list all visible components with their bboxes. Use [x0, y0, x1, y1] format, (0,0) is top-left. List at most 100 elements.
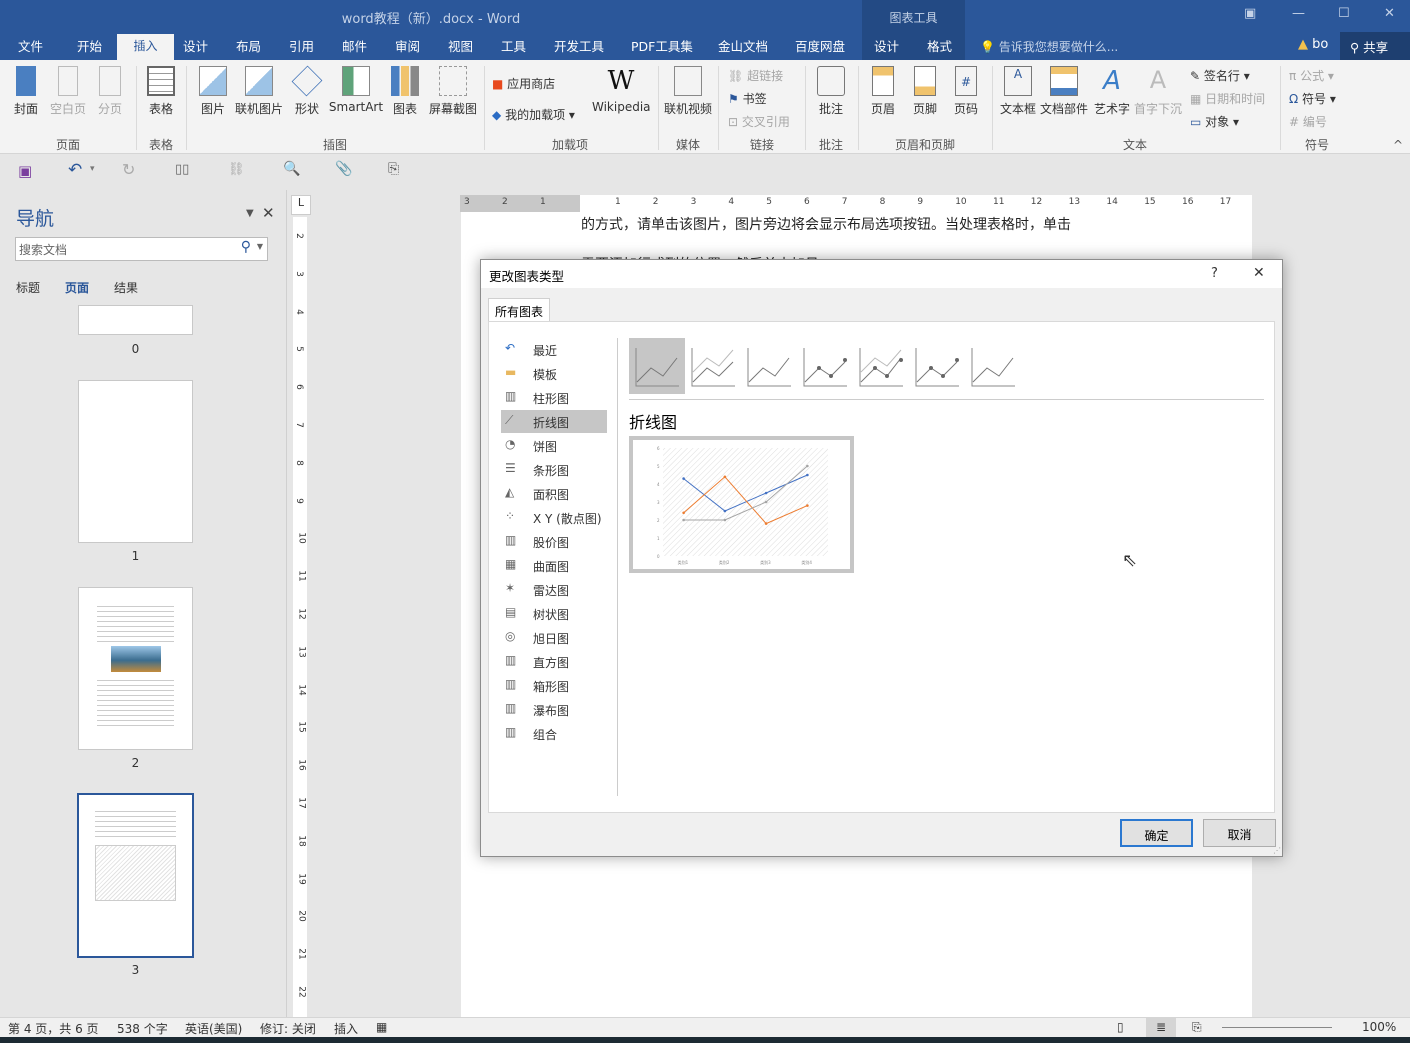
page-thumbnail-1[interactable] [78, 380, 193, 543]
wikipedia-button[interactable]: W Wikipedia [592, 66, 651, 114]
page-count[interactable]: 第 4 页，共 6 页 [8, 1020, 99, 1037]
line-subtype-5[interactable] [909, 338, 965, 394]
account[interactable]: ▲ bo [1298, 37, 1328, 52]
macro-icon[interactable]: ▦ [376, 1020, 387, 1034]
read-mode-icon[interactable]: ▯ [1117, 1020, 1124, 1034]
chart-type-14[interactable]: ▥ 箱形图 [501, 674, 607, 697]
cancel-button[interactable]: 取消 [1203, 819, 1276, 847]
insert-mode[interactable]: 插入 [334, 1020, 358, 1037]
chart-type-9[interactable]: ▦ 曲面图 [501, 554, 607, 577]
page-number-button[interactable]: # 页码 [943, 66, 989, 117]
equation-button[interactable]: π 公式 ▾ [1289, 67, 1334, 84]
textbox-button[interactable]: A 文本框 [995, 66, 1041, 117]
chart-button[interactable]: 图表 [382, 66, 428, 117]
tab-chart-design[interactable]: 设计 [874, 36, 899, 55]
web-layout-icon[interactable]: ⎘ [1192, 1020, 1202, 1035]
tab-review[interactable]: 审阅 [395, 36, 420, 55]
redo-icon[interactable]: ↻ [122, 160, 135, 179]
search-icon[interactable]: ⚲ [241, 239, 251, 255]
maximize-button[interactable]: ☐ [1338, 6, 1350, 21]
nav-tab-headings[interactable]: 标题 [16, 279, 40, 296]
tab-layout[interactable]: 布局 [236, 36, 261, 55]
resize-grip-icon[interactable]: ⋰ [1273, 846, 1281, 855]
tab-chart-format[interactable]: 格式 [927, 36, 952, 55]
link-icon[interactable]: ⛓ [228, 162, 245, 177]
nav-search-input[interactable]: 搜索文档 ⚲ ▼ [15, 237, 268, 261]
print-layout-icon[interactable]: ≣ [1146, 1018, 1176, 1037]
attach-icon[interactable]: 📎 [335, 161, 352, 177]
blank-page-button[interactable]: 空白页 [45, 66, 91, 117]
undo-dropdown-icon[interactable]: ▾ [90, 164, 95, 174]
date-time-button[interactable]: ▦ 日期和时间 [1190, 90, 1265, 107]
print-preview-icon[interactable]: 🔍 [283, 161, 300, 177]
line-subtype-4[interactable] [853, 338, 909, 394]
word-count[interactable]: 538 个字 [117, 1020, 168, 1037]
my-addins-button[interactable]: ◆ 我的加载项 ▾ [492, 106, 575, 123]
bookmark-button[interactable]: ⚑ 书签 [728, 90, 767, 107]
tab-all-charts[interactable]: 所有图表 [488, 298, 550, 322]
chart-type-2[interactable]: ▥ 柱形图 [501, 386, 607, 409]
store-button[interactable]: ■ 应用商店 [492, 75, 555, 92]
page-thumbnail-0[interactable] [78, 305, 193, 335]
undo-icon[interactable]: ↶ [68, 160, 82, 180]
chart-type-7[interactable]: ⁘ X Y (散点图) [501, 506, 607, 529]
comment-button[interactable]: 批注 [808, 66, 854, 117]
chart-type-1[interactable]: ▬ 模板 [501, 362, 607, 385]
line-subtype-2[interactable] [741, 338, 797, 394]
screenshot-button[interactable]: 屏幕截图 [426, 66, 480, 117]
zoom-level[interactable]: 100% [1362, 1020, 1396, 1034]
signature-line-button[interactable]: ✎ 签名行 ▾ [1190, 67, 1250, 84]
save-icon[interactable]: ▣ [18, 162, 32, 180]
compare-icon[interactable]: ⎘ [388, 161, 399, 177]
online-video-button[interactable]: 联机视频 [662, 66, 714, 117]
nav-tab-pages[interactable]: 页面 [65, 279, 89, 296]
table-button[interactable]: 表格 [138, 66, 184, 117]
chart-type-0[interactable]: ↶ 最近 [501, 338, 607, 361]
tab-developer[interactable]: 开发工具 [554, 36, 604, 55]
nav-close-icon[interactable]: ✕ [262, 204, 275, 222]
chart-type-16[interactable]: ▥ 组合 [501, 722, 607, 745]
tab-home[interactable]: 开始 [77, 36, 102, 55]
tab-file[interactable]: 文件 [18, 36, 43, 55]
chart-preview[interactable]: 0 1 2 3 4 5 6 类别1 类别2 类别3 类别4 [629, 436, 854, 573]
footer-button[interactable]: 页脚 [902, 66, 948, 117]
chart-type-12[interactable]: ◎ 旭日图 [501, 626, 607, 649]
line-subtype-0[interactable] [629, 338, 685, 394]
tab-tools[interactable]: 工具 [501, 36, 526, 55]
symbol-button[interactable]: Ω 符号 ▾ [1289, 90, 1336, 107]
ribbon-display-icon[interactable]: ▣ [1244, 6, 1256, 21]
tab-insert[interactable]: 插入 [117, 34, 174, 60]
hyperlink-button[interactable]: ⛓ 超链接 [728, 67, 783, 84]
zoom-slider[interactable] [1222, 1027, 1332, 1028]
smartart-button[interactable]: SmartArt [328, 66, 384, 114]
chart-type-13[interactable]: ▥ 直方图 [501, 650, 607, 673]
dialog-close-button[interactable]: ✕ [1253, 265, 1265, 281]
tab-mailings[interactable]: 邮件 [342, 36, 367, 55]
page-thumbnail-2[interactable] [78, 587, 193, 750]
collapse-ribbon-icon[interactable]: ^ [1393, 138, 1403, 152]
tell-me-search[interactable]: 💡 告诉我您想要做什么... [980, 38, 1118, 55]
shapes-button[interactable]: 形状 [284, 65, 330, 117]
tab-baidu[interactable]: 百度网盘 [795, 36, 845, 55]
share-button[interactable]: ⚲ 共享 [1340, 32, 1410, 60]
line-subtype-6[interactable] [965, 338, 1021, 394]
line-subtype-3[interactable] [797, 338, 853, 394]
help-button[interactable]: ? [1211, 266, 1218, 281]
search-dropdown-icon[interactable]: ▼ [257, 242, 263, 251]
numbering-button[interactable]: # 编号 [1289, 113, 1327, 130]
wordart-button[interactable]: A 艺术字 [1089, 66, 1135, 117]
chart-type-5[interactable]: ☰ 条形图 [501, 458, 607, 481]
object-button[interactable]: ▭ 对象 ▾ [1190, 113, 1239, 130]
chart-type-4[interactable]: ◔ 饼图 [501, 434, 607, 457]
page-thumbnail-3[interactable] [77, 793, 194, 958]
line-subtype-1[interactable] [685, 338, 741, 394]
cover-page-button[interactable]: 封面 [3, 66, 49, 117]
cross-reference-button[interactable]: ⊡ 交叉引用 [728, 113, 790, 130]
online-picture-button[interactable]: 联机图片 [232, 66, 286, 117]
picture-button[interactable]: 图片 [190, 66, 236, 117]
language[interactable]: 英语(美国) [185, 1020, 242, 1037]
nav-options-icon[interactable]: ▼ [246, 208, 254, 219]
header-button[interactable]: 页眉 [860, 66, 906, 117]
chart-type-6[interactable]: ◭ 面积图 [501, 482, 607, 505]
tab-view[interactable]: 视图 [448, 36, 473, 55]
